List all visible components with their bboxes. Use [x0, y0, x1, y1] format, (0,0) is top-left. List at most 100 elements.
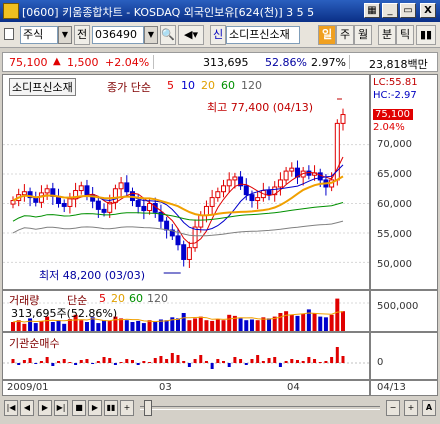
lc-label: LC:55.81 [373, 77, 418, 88]
minimize-button[interactable]: _ [382, 3, 398, 18]
window-title: [0600] 키움종합차트 - KOSDAQ 외국인보유[624(천)] 3 5… [22, 6, 315, 18]
stock-code-input[interactable]: 036490 [92, 26, 144, 44]
up-arrow-icon: ▲ [53, 56, 61, 67]
institution-bar [108, 358, 112, 363]
font-size-icon[interactable]: A [422, 400, 436, 416]
prev-button[interactable]: 전 [74, 25, 90, 45]
scroll-next-icon[interactable]: ▶ [38, 400, 52, 416]
institution-title: 기관순매수 [9, 337, 60, 350]
x-axis: 2009/01 03 04 [2, 380, 370, 396]
candle-body [61, 202, 67, 207]
zoom-slider-track[interactable] [140, 406, 380, 410]
vol-ma120-label: 120 [147, 292, 168, 305]
search-icon[interactable]: 🔍 [160, 25, 176, 45]
institution-bar [324, 361, 328, 363]
volume-bar [301, 313, 306, 331]
scroll-prev-icon[interactable]: ◀ [20, 400, 34, 416]
zoom-out-icon[interactable]: − [386, 400, 400, 416]
institution-bar [301, 361, 305, 363]
institution-bar [295, 360, 299, 363]
institution-y-tick: 0 [377, 357, 384, 368]
volume-bar [107, 320, 112, 331]
candle-body [317, 172, 323, 181]
restore-button[interactable]: ▭ [400, 3, 416, 18]
candle-body [135, 200, 141, 207]
new-stock-tag[interactable]: 신 [210, 25, 226, 45]
period-minute-button[interactable]: 분 [378, 25, 396, 45]
current-price: 75,100 [9, 56, 48, 69]
volume-bar [278, 313, 283, 331]
current-price-marker: 75,100 [373, 109, 413, 120]
candle-body [226, 179, 232, 187]
market-type-select[interactable]: 주식 [20, 26, 58, 44]
scroll-first-icon[interactable]: |◀ [4, 400, 18, 416]
institution-bar [130, 360, 134, 363]
candle-body [118, 182, 124, 190]
volume-panel[interactable]: 거래량 단순 5 20 60 120 313,695주(52.86%) [2, 290, 370, 332]
volume-bar [181, 313, 186, 331]
volume-bar [62, 323, 67, 331]
pause-icon[interactable]: ▮▮ [104, 400, 118, 416]
chevron-down-icon[interactable]: ▼ [58, 26, 72, 44]
close-button[interactable]: X [420, 3, 436, 18]
play-icon[interactable]: ▶ [88, 400, 102, 416]
turnover-ratio: 2.97% [311, 56, 346, 69]
volume-bar [153, 321, 158, 331]
current-date: 04/13 [377, 382, 406, 393]
institution-bar [74, 363, 78, 365]
menu-grip-icon[interactable] [4, 28, 14, 40]
institution-bar [79, 360, 83, 363]
institution-bar [193, 359, 197, 363]
speaker-icon[interactable]: ◀▾ [178, 25, 204, 45]
scroll-last-icon[interactable]: ▶| [54, 400, 68, 416]
y-tick: 50,000 [377, 259, 412, 270]
institution-bar [318, 362, 322, 363]
zoom-slider-thumb[interactable] [144, 400, 152, 416]
chart-settings-button[interactable]: ▦ [364, 3, 380, 18]
stop-icon[interactable]: ■ [72, 400, 86, 416]
candle-body [124, 182, 130, 193]
x-tick: 2009/01 [7, 382, 49, 393]
volume-bar [267, 318, 272, 331]
volume-bar [284, 311, 289, 331]
volume-bar [295, 315, 300, 331]
volume-bar [341, 311, 345, 331]
zoom-in-icon[interactable]: + [404, 400, 418, 416]
period-tick-button[interactable]: 틱 [396, 25, 414, 45]
ma120-label: 120 [241, 79, 262, 92]
price-chart-panel[interactable]: 소디프신소재 종가 단순 5 10 20 60 120 최고 77,400 (0… [2, 74, 370, 290]
institution-bar [307, 357, 311, 363]
period-low-label: 최저 48,200 (03/03) [39, 269, 146, 282]
institution-panel[interactable]: 기관순매수 [2, 332, 370, 380]
institution-bar [335, 347, 339, 363]
app-icon [3, 3, 19, 19]
y-tick: 70,000 [377, 139, 412, 150]
institution-bar [273, 357, 277, 363]
volume-bar [312, 313, 317, 331]
institution-bar [261, 361, 265, 363]
period-day-button[interactable]: 일 [318, 25, 336, 45]
candle-body [44, 188, 50, 194]
volume-bar [141, 323, 146, 331]
more-options-button[interactable]: ▮▮ [416, 25, 436, 45]
volume-bar [84, 322, 89, 331]
volume-bar [176, 318, 180, 331]
zoom-in-icon[interactable]: + [120, 400, 134, 416]
volume-bar [249, 319, 254, 331]
volume-bar [22, 323, 27, 331]
institution-bar [102, 357, 106, 363]
institution-bar [239, 359, 243, 363]
volume-bar [39, 320, 44, 331]
title-bar: [0600] 키움종합차트 - KOSDAQ 외국인보유[624(천)] 3 5… [0, 0, 440, 22]
institution-bar [233, 357, 237, 363]
institution-bar [267, 358, 271, 363]
chevron-down-icon[interactable]: ▼ [144, 26, 158, 44]
candle-body [289, 167, 295, 172]
navigation-bar: |◀ ◀ ▶ ▶| ■ ▶ ▮▮ + − + A [2, 398, 438, 420]
volume-bar [329, 314, 334, 331]
volume-bar [221, 320, 226, 331]
institution-bar [28, 358, 32, 363]
period-month-button[interactable]: 월 [354, 25, 372, 45]
volume-bar [50, 322, 55, 331]
period-week-button[interactable]: 주 [336, 25, 354, 45]
